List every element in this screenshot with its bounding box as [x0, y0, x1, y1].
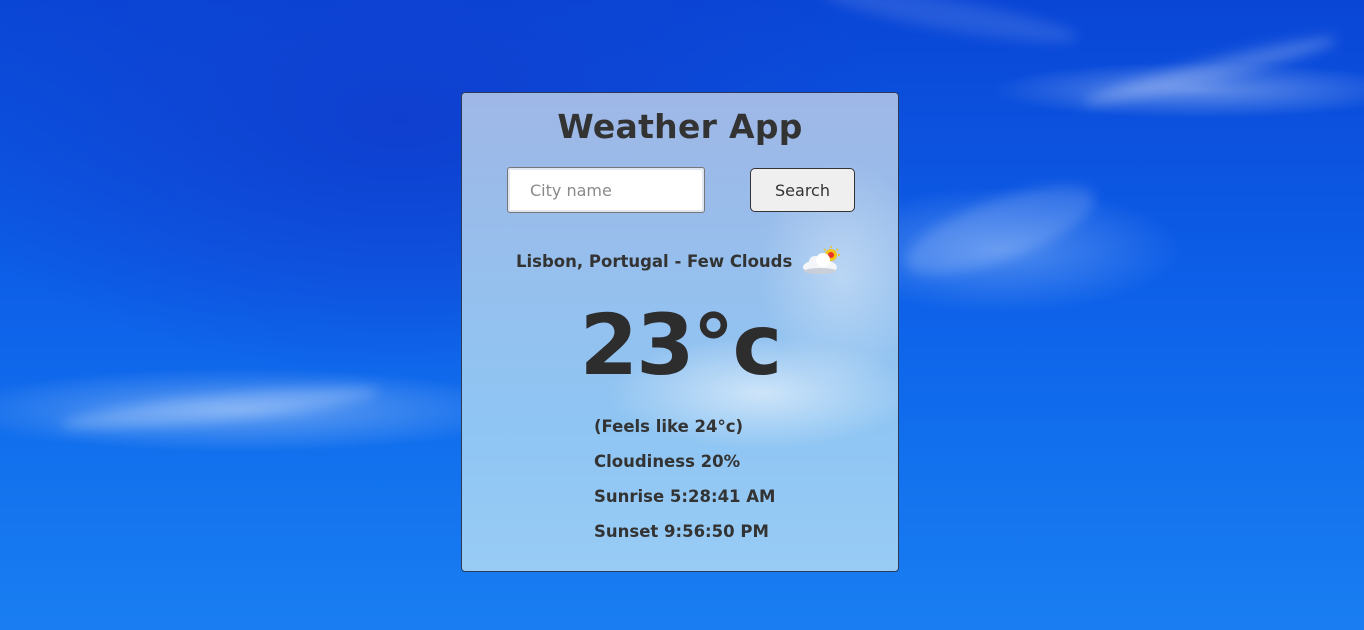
sunset-time: Sunset 9:56:50 PM [594, 522, 769, 541]
app-title: Weather App [557, 107, 803, 146]
sunrise-time: Sunrise 5:28:41 AM [594, 487, 776, 506]
location-row: Lisbon, Portugal - Few Clouds [516, 246, 844, 275]
cloudiness: Cloudiness 20% [594, 452, 741, 471]
background-cloud [819, 0, 1081, 53]
temperature: 23°c [579, 296, 783, 394]
background-cloud [1081, 28, 1339, 114]
location-description: Lisbon, Portugal - Few Clouds [516, 251, 793, 271]
feels-like: (Feels like 24°c) [594, 417, 744, 436]
background-cloud [895, 167, 1105, 293]
background-cloud [59, 378, 381, 438]
few-clouds-icon [803, 246, 841, 274]
weather-card: Weather App Search Lisbon, Portugal - Fe… [461, 92, 899, 572]
weather-details: (Feels like 24°c) Cloudiness 20% Sunrise… [594, 415, 775, 555]
city-search-input[interactable] [507, 167, 705, 213]
search-button[interactable]: Search [750, 168, 855, 212]
